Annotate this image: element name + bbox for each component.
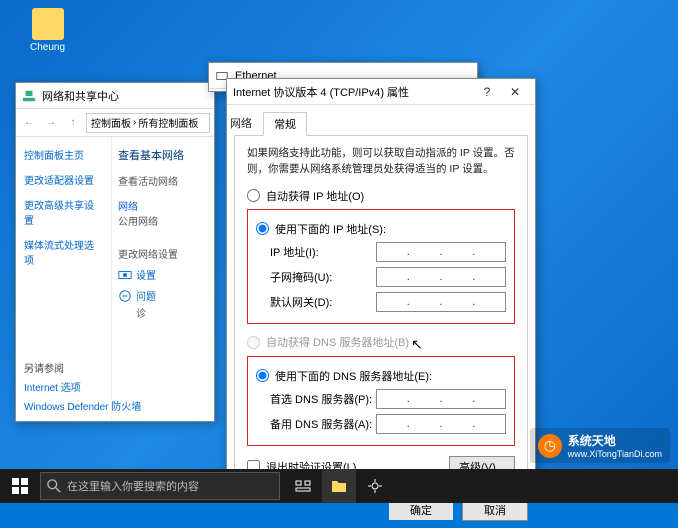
desktop-icon-label: Cheung [30, 42, 65, 53]
tab-panel-general: 如果网络支持此功能，则可以获取自动指派的 IP 设置。否则，你需要从网络系统管理… [234, 135, 528, 491]
active-networks-label: 查看活动网络 [118, 173, 208, 188]
radio-auto-dns-input [247, 336, 260, 349]
dns-settings-group: 使用下面的 DNS 服务器地址(E): 首选 DNS 服务器(P): ... 备… [247, 356, 515, 446]
radio-manual-ip-input[interactable] [256, 222, 269, 235]
radio-auto-dns: 自动获得 DNS 服务器地址(B) ↖ [247, 334, 515, 351]
windows-icon [12, 478, 28, 494]
watermark: ◷ 系统天地 www.XiTongTianDi.com [530, 428, 670, 463]
network-name: 网络 [118, 198, 208, 213]
main-heading: 查看基本网络 [118, 147, 208, 163]
see-also-heading: 另请参阅 [24, 360, 141, 375]
change-settings-heading: 更改网络设置 [118, 246, 208, 261]
taskbar: 在这里输入你要搜索的内容 [0, 469, 678, 503]
setup-connection-link[interactable]: 设置 [118, 267, 208, 282]
radio-manual-dns[interactable]: 使用下面的 DNS 服务器地址(E): [256, 368, 506, 384]
dialog-ipv4-properties: Internet 协议版本 4 (TCP/IPv4) 属性 ? ✕ 网络 常规 … [226, 78, 536, 478]
task-view-icon [295, 478, 311, 494]
gear-icon [367, 478, 383, 494]
troubleshoot-icon [118, 289, 132, 303]
task-view-button[interactable] [286, 469, 320, 503]
alternate-dns-input[interactable]: ... [376, 414, 506, 434]
link-defender-firewall[interactable]: Windows Defender 防火墙 [24, 398, 141, 413]
dialog-title: Internet 协议版本 4 (TCP/IPv4) 属性 [233, 84, 473, 100]
taskbar-apps [286, 469, 392, 503]
start-button[interactable] [0, 469, 40, 503]
subnet-mask-input[interactable]: ... [376, 267, 506, 287]
gateway-label: 默认网关(D): [256, 294, 376, 310]
up-button[interactable]: ↑ [64, 114, 82, 132]
window-network-sharing-center: 网络和共享中心 ← → ↑ 控制面板 › 所有控制面板 控制面板主页 更改适配器… [15, 82, 215, 422]
titlebar[interactable]: Internet 协议版本 4 (TCP/IPv4) 属性 ? ✕ [227, 79, 535, 105]
radio-auto-ip[interactable]: 自动获得 IP 地址(O) [247, 188, 515, 204]
nav-home[interactable]: 控制面板主页 [24, 147, 103, 162]
radio-manual-dns-input[interactable] [256, 369, 269, 382]
forward-button[interactable]: → [42, 114, 60, 132]
toolbar: ← → ↑ 控制面板 › 所有控制面板 [16, 109, 214, 137]
link-internet-options[interactable]: Internet 选项 [24, 379, 141, 394]
desktop-icon-user[interactable]: Cheung [30, 8, 65, 53]
see-also-section: 另请参阅 Internet 选项 Windows Defender 防火墙 [24, 360, 141, 413]
taskbar-app-settings[interactable] [358, 469, 392, 503]
alternate-dns-label: 备用 DNS 服务器(A): [256, 416, 376, 432]
ip-address-label: IP 地址(I): [256, 244, 376, 260]
window-title: 网络和共享中心 [42, 88, 208, 104]
nav-media-streaming[interactable]: 媒体流式处理选项 [24, 237, 103, 267]
back-button[interactable]: ← [20, 114, 38, 132]
taskbar-app-explorer[interactable] [322, 469, 356, 503]
network-type: 公用网络 [118, 213, 208, 228]
folder-icon [331, 479, 347, 493]
radio-auto-ip-input[interactable] [247, 189, 260, 202]
gateway-input[interactable]: ... [376, 292, 506, 312]
breadcrumb[interactable]: 控制面板 › 所有控制面板 [86, 113, 210, 133]
ip-address-input[interactable]: ... [376, 242, 506, 262]
network-icon [22, 89, 36, 103]
ip-settings-group: 使用下面的 IP 地址(S): IP 地址(I): ... 子网掩码(U): .… [247, 209, 515, 324]
titlebar[interactable]: 网络和共享中心 [16, 83, 214, 109]
description-text: 如果网络支持此功能，则可以获取自动指派的 IP 设置。否则，你需要从网络系统管理… [247, 146, 515, 178]
close-button[interactable]: ✕ [501, 82, 529, 102]
radio-manual-ip[interactable]: 使用下面的 IP 地址(S): [256, 221, 506, 237]
search-placeholder: 在这里输入你要搜索的内容 [67, 478, 199, 494]
subnet-mask-label: 子网掩码(U): [256, 269, 376, 285]
help-button[interactable]: ? [473, 82, 501, 102]
preferred-dns-input[interactable]: ... [376, 389, 506, 409]
taskbar-search[interactable]: 在这里输入你要搜索的内容 [40, 472, 280, 500]
preferred-dns-label: 首选 DNS 服务器(P): [256, 391, 376, 407]
troubleshoot-link[interactable]: 问题 [118, 288, 208, 303]
search-icon [47, 479, 61, 493]
nav-advanced-sharing[interactable]: 更改高级共享设置 [24, 197, 103, 227]
nav-change-adapter[interactable]: 更改适配器设置 [24, 172, 103, 187]
tab-general[interactable]: 常规 [263, 112, 307, 136]
watermark-logo-icon: ◷ [538, 434, 562, 458]
cursor-icon: ↖ [411, 336, 423, 353]
folder-icon [32, 8, 64, 40]
network-setup-icon [118, 268, 132, 282]
